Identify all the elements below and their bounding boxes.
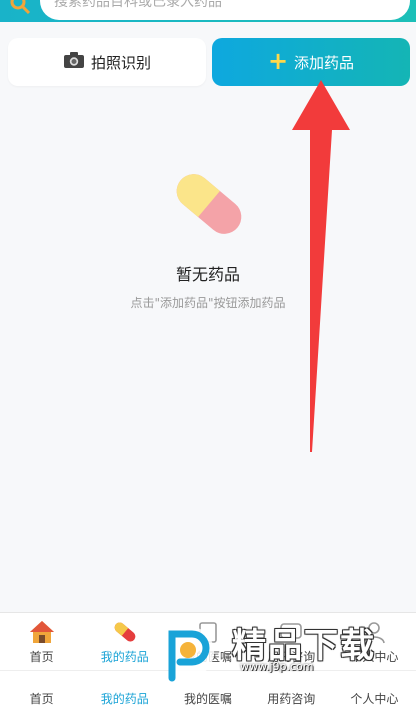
add-medicine-label: 添加药品 — [294, 53, 355, 72]
tab-label: 我的药品 — [100, 650, 149, 664]
add-medicine-button[interactable]: + 添加药品 — [212, 38, 410, 86]
search-input[interactable]: 搜索药品百科或已录入药品 — [40, 0, 410, 20]
tab-text-profile[interactable]: 个人中心 — [333, 671, 416, 726]
tab-label: 首页 — [29, 650, 54, 664]
tab-my-medicine[interactable]: 我的药品 — [83, 613, 166, 671]
home-icon — [29, 620, 55, 644]
camera-icon — [63, 51, 85, 73]
empty-title: 暂无药品 — [175, 265, 240, 284]
search-placeholder: 搜索药品百科或已录入药品 — [54, 0, 222, 10]
tab-text-consult[interactable]: 用药咨询 — [250, 671, 333, 726]
plus-icon: + — [267, 47, 289, 75]
tab-home[interactable]: 首页 — [0, 613, 83, 671]
watermark-url: www.j9p.com — [240, 660, 314, 673]
tab-text-my-medicine[interactable]: 我的药品 — [83, 671, 166, 726]
tab-text-home[interactable]: 首页 — [0, 671, 83, 726]
photo-recognize-label: 拍照识别 — [90, 53, 151, 72]
empty-pill-icon — [168, 165, 250, 243]
photo-recognize-button[interactable]: 拍照识别 — [8, 38, 206, 86]
watermark-logo — [158, 622, 222, 686]
search-icon — [8, 0, 32, 16]
empty-hint: 点击"添加药品"按钮添加药品 — [130, 296, 286, 310]
pill-icon — [112, 620, 138, 644]
